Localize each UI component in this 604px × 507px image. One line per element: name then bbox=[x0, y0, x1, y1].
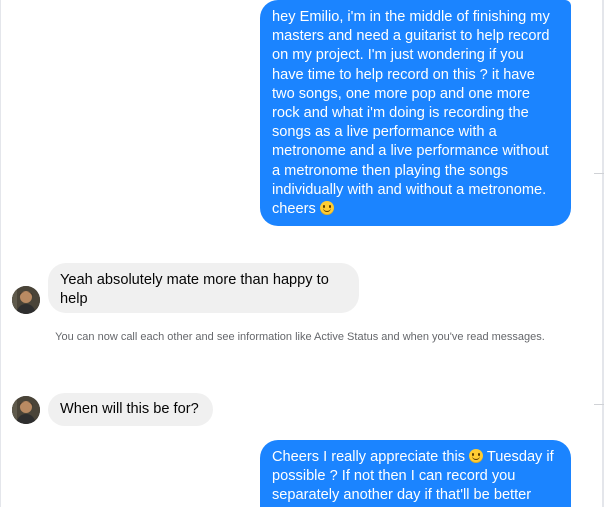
slightly-smiling-face-icon bbox=[319, 201, 334, 216]
message-text: When will this be for? bbox=[60, 401, 199, 417]
slightly-smiling-face-icon bbox=[469, 449, 484, 463]
left-divider bbox=[0, 0, 1, 507]
message-bubble-incoming[interactable]: Yeah absolutely mate more than happy to … bbox=[48, 263, 359, 313]
right-divider-mark bbox=[594, 404, 604, 405]
message-bubble-outgoing[interactable]: Cheers I really appreciate this Tuesday … bbox=[260, 440, 571, 507]
message-bubble-incoming[interactable]: When will this be for? bbox=[48, 393, 213, 426]
message-thread: hey Emilio, i'm in the middle of finishi… bbox=[0, 0, 604, 507]
avatar[interactable] bbox=[12, 286, 40, 314]
right-divider-mark bbox=[594, 173, 604, 174]
message-bubble-outgoing[interactable]: hey Emilio, i'm in the middle of finishi… bbox=[260, 0, 571, 226]
message-text: hey Emilio, i'm in the middle of finishi… bbox=[272, 9, 550, 198]
message-text: Yeah absolutely mate more than happy to … bbox=[60, 272, 329, 308]
avatar[interactable] bbox=[12, 396, 40, 424]
system-notice: You can now call each other and see info… bbox=[55, 331, 545, 343]
message-text: cheers bbox=[272, 201, 316, 218]
message-text: Cheers I really appreciate this bbox=[272, 449, 466, 465]
